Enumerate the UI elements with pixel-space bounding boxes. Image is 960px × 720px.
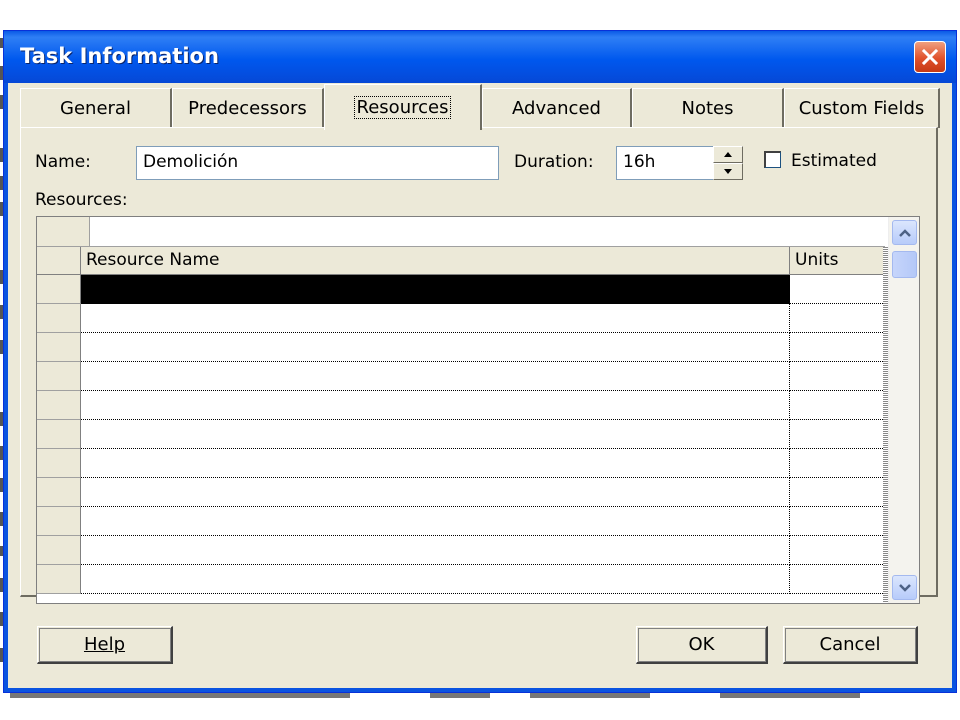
row-header-cell[interactable] xyxy=(37,391,81,420)
resource-name-cell[interactable] xyxy=(81,333,790,362)
tab-label: Resources xyxy=(353,96,452,119)
scroll-thumb[interactable] xyxy=(892,251,917,278)
duration-label: Duration: xyxy=(514,152,594,172)
units-cell[interactable] xyxy=(790,362,885,391)
tab-label: Advanced xyxy=(512,98,601,119)
tab-label: General xyxy=(60,98,131,119)
units-cell[interactable] xyxy=(790,420,885,449)
row-header-cell[interactable] xyxy=(37,333,81,362)
caret-up-icon xyxy=(724,152,732,157)
close-button[interactable] xyxy=(914,41,946,73)
row-header-cell[interactable] xyxy=(37,420,81,449)
help-button-label: Help xyxy=(83,634,126,655)
row-header-cell[interactable] xyxy=(37,478,81,507)
caret-down-icon xyxy=(724,169,732,174)
units-cell[interactable] xyxy=(790,449,885,478)
spin-up-button[interactable] xyxy=(713,146,743,163)
row-header-cell[interactable] xyxy=(37,275,81,304)
chevron-down-icon xyxy=(898,583,911,592)
chevron-up-icon xyxy=(898,228,911,237)
resource-name-cell[interactable] xyxy=(81,565,790,594)
resource-name-cell[interactable] xyxy=(81,478,790,507)
vertical-scrollbar[interactable] xyxy=(888,217,919,603)
ok-button[interactable]: OK xyxy=(636,626,768,664)
close-icon xyxy=(921,48,939,66)
tab-predecessors[interactable]: Predecessors xyxy=(172,88,324,128)
title-bar[interactable]: Task Information xyxy=(4,31,956,83)
units-cell[interactable] xyxy=(790,275,885,304)
resource-name-cell[interactable] xyxy=(81,507,790,536)
resource-name-cell[interactable] xyxy=(81,304,790,333)
tab-custom-fields[interactable]: Custom Fields xyxy=(784,88,940,128)
scroll-down-button[interactable] xyxy=(892,575,917,600)
tab-label: Predecessors xyxy=(188,98,307,119)
table-row[interactable] xyxy=(37,275,885,304)
table-row[interactable] xyxy=(37,391,885,420)
resources-label: Resources: xyxy=(35,190,128,210)
row-header-cell[interactable] xyxy=(37,362,81,391)
units-cell[interactable] xyxy=(790,565,885,594)
tab-label: Custom Fields xyxy=(798,98,925,119)
estimated-label: Estimated xyxy=(791,151,877,171)
row-header-cell[interactable] xyxy=(37,536,81,565)
table-row[interactable] xyxy=(37,565,885,594)
cancel-button[interactable]: Cancel xyxy=(783,626,918,664)
column-header-resource-name[interactable]: Resource Name xyxy=(81,247,790,274)
grid-header-row: Resource Name Units xyxy=(37,247,885,275)
scroll-up-button[interactable] xyxy=(892,220,917,245)
spin-down-button[interactable] xyxy=(713,163,743,180)
grid-entry-bar[interactable] xyxy=(37,217,885,247)
units-cell[interactable] xyxy=(790,478,885,507)
duration-spinner[interactable] xyxy=(713,146,743,180)
resource-name-cell[interactable] xyxy=(81,449,790,478)
tab-general[interactable]: General xyxy=(20,88,172,128)
cancel-button-label: Cancel xyxy=(819,634,881,655)
table-row[interactable] xyxy=(37,449,885,478)
name-label: Name: xyxy=(35,152,91,172)
table-row[interactable] xyxy=(37,304,885,333)
row-header-cell[interactable] xyxy=(37,507,81,536)
row-header-cell[interactable] xyxy=(37,449,81,478)
units-cell[interactable] xyxy=(790,304,885,333)
row-header-cell[interactable] xyxy=(37,565,81,594)
resources-grid[interactable]: Resource Name Units xyxy=(36,216,920,604)
tab-notes[interactable]: Notes xyxy=(632,88,784,128)
resource-name-cell[interactable] xyxy=(81,536,790,565)
row-header-cell[interactable] xyxy=(37,304,81,333)
tab-label: Notes xyxy=(681,98,734,119)
table-row[interactable] xyxy=(37,420,885,449)
estimated-checkbox[interactable] xyxy=(764,151,781,168)
tab-advanced[interactable]: Advanced xyxy=(482,88,632,128)
duration-input[interactable]: 16h xyxy=(616,146,714,180)
table-row[interactable] xyxy=(37,333,885,362)
tab-resources[interactable]: Resources xyxy=(324,84,482,130)
units-cell[interactable] xyxy=(790,536,885,565)
column-header-units[interactable]: Units xyxy=(790,247,885,274)
resource-name-cell[interactable] xyxy=(81,391,790,420)
table-row[interactable] xyxy=(37,362,885,391)
resource-name-cell[interactable] xyxy=(81,362,790,391)
units-cell[interactable] xyxy=(790,391,885,420)
units-cell[interactable] xyxy=(790,507,885,536)
name-input[interactable]: Demolición xyxy=(136,146,499,180)
dialog-title: Task Information xyxy=(20,44,219,68)
table-row[interactable] xyxy=(37,478,885,507)
help-button[interactable]: Help xyxy=(37,626,173,664)
entry-row-header xyxy=(37,217,90,246)
table-row[interactable] xyxy=(37,536,885,565)
table-row[interactable] xyxy=(37,507,885,536)
ok-button-label: OK xyxy=(688,634,715,655)
resource-name-cell[interactable] xyxy=(81,275,790,304)
resource-name-cell[interactable] xyxy=(81,420,790,449)
corner-cell[interactable] xyxy=(37,247,81,274)
units-cell[interactable] xyxy=(790,333,885,362)
